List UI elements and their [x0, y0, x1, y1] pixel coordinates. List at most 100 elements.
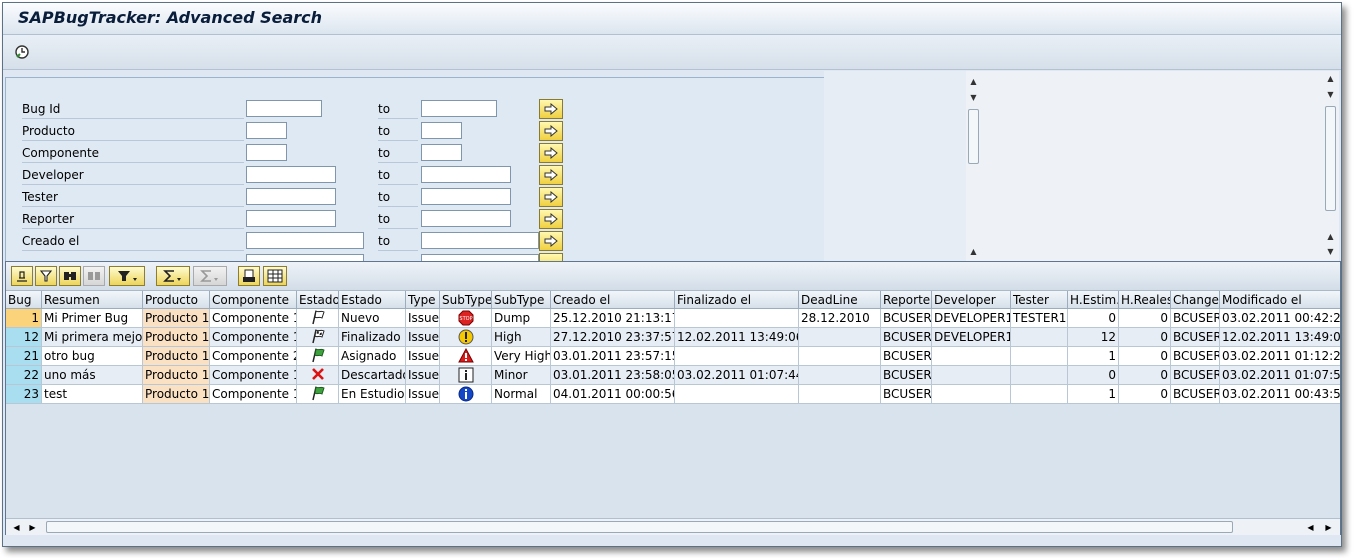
cell-type[interactable]: Issue: [406, 366, 440, 385]
col-header-subtype[interactable]: SubType: [492, 291, 551, 309]
cell-creado-el[interactable]: 03.01.2011 23:57:15: [551, 347, 675, 366]
cell-subtype[interactable]: Dump: [492, 309, 551, 328]
cell-h-estim[interactable]: 0: [1068, 309, 1119, 328]
cell-bug[interactable]: 23: [6, 385, 42, 404]
cell-h-estim[interactable]: 1: [1068, 385, 1119, 404]
developer-from-input[interactable]: [246, 166, 336, 183]
cell-producto[interactable]: Producto 1: [143, 347, 210, 366]
col-header-type[interactable]: Type: [406, 291, 440, 309]
cell-finalizado-el[interactable]: [675, 309, 799, 328]
col-header-creado-el[interactable]: Creado el: [551, 291, 675, 309]
cell-tester[interactable]: [1011, 385, 1068, 404]
reporter-to-input[interactable]: [421, 210, 511, 227]
cell-bug[interactable]: 22: [6, 366, 42, 385]
scroll-thumb[interactable]: [968, 109, 979, 164]
cell-resumen[interactable]: uno más: [42, 366, 143, 385]
cell-finalizado-el[interactable]: [675, 385, 799, 404]
col-header-estado-icon[interactable]: Estado: [297, 291, 339, 309]
cell-type[interactable]: Issue: [406, 347, 440, 366]
col-header-componente[interactable]: Componente: [210, 291, 297, 309]
scroll-right-icon[interactable]: ▶: [25, 519, 40, 535]
screen-vertical-scrollbar[interactable]: ▲ ▼ ▲ ▼: [1323, 71, 1339, 261]
cell-subtype-icon[interactable]: [440, 328, 492, 347]
reporter-multiple-selection-button[interactable]: [539, 209, 563, 229]
bug-id-to-input[interactable]: [421, 100, 497, 117]
scroll-left-icon[interactable]: ◀: [1303, 519, 1318, 535]
table-row[interactable]: 1 Mi Primer Bug Producto 1 Componente 1 …: [6, 309, 1340, 328]
cell-modificado-el[interactable]: 03.02.2011 00:42:26: [1220, 309, 1340, 328]
grid-horizontal-scrollbar[interactable]: ◀ ▶ ◀ ▶: [6, 518, 1340, 535]
col-header-developer[interactable]: Developer: [932, 291, 1011, 309]
cell-subtype-icon[interactable]: [440, 385, 492, 404]
col-header-tester[interactable]: Tester: [1011, 291, 1068, 309]
bug-id-from-input[interactable]: [246, 100, 322, 117]
col-header-resumen[interactable]: Resumen: [42, 291, 143, 309]
cell-subtype-icon[interactable]: [440, 347, 492, 366]
cell-type[interactable]: Issue: [406, 328, 440, 347]
col-header-reporter[interactable]: Reporter: [881, 291, 932, 309]
set-filter-button[interactable]: [109, 266, 145, 286]
cell-producto[interactable]: Producto 1: [143, 328, 210, 347]
cell-modificado-el[interactable]: 12.02.2011 13:49:09: [1220, 328, 1340, 347]
cell-type[interactable]: Issue: [406, 309, 440, 328]
table-row[interactable]: 12 Mi primera mejora Producto 1 Componen…: [6, 328, 1340, 347]
cell-resumen[interactable]: test: [42, 385, 143, 404]
developer-multiple-selection-button[interactable]: [539, 165, 563, 185]
cell-h-reales[interactable]: 0: [1119, 385, 1171, 404]
cell-h-estim[interactable]: 1: [1068, 347, 1119, 366]
reporter-from-input[interactable]: [246, 210, 336, 227]
cell-componente[interactable]: Componente 2: [210, 347, 297, 366]
cell-resumen[interactable]: Mi Primer Bug: [42, 309, 143, 328]
cell-estado-icon[interactable]: [297, 309, 339, 328]
cell-tester[interactable]: [1011, 328, 1068, 347]
cell-reporter[interactable]: BCUSER: [881, 309, 932, 328]
col-header-subtype-icon[interactable]: SubType: [440, 291, 492, 309]
cell-h-reales[interactable]: 0: [1119, 328, 1171, 347]
cell-subtype[interactable]: Normal: [492, 385, 551, 404]
col-header-h-estim[interactable]: H.Estim.: [1068, 291, 1119, 309]
cell-estado-icon[interactable]: [297, 328, 339, 347]
col-header-modificado-el[interactable]: Modificado el: [1220, 291, 1340, 309]
scroll-thumb[interactable]: [46, 521, 1233, 533]
cell-producto[interactable]: Producto 1: [143, 309, 210, 328]
cell-tester[interactable]: [1011, 347, 1068, 366]
cell-h-reales[interactable]: 0: [1119, 347, 1171, 366]
scroll-down-icon[interactable]: ▼: [1323, 87, 1338, 101]
cell-creado-el[interactable]: 25.12.2010 21:13:17: [551, 309, 675, 328]
scroll-thumb[interactable]: [1325, 106, 1336, 211]
componente-to-input[interactable]: [421, 144, 462, 161]
cell-componente[interactable]: Componente 1: [210, 366, 297, 385]
cell-deadline[interactable]: [799, 328, 881, 347]
scroll-down-icon[interactable]: ▼: [966, 90, 981, 104]
cell-type[interactable]: Issue: [406, 385, 440, 404]
scroll-right-icon[interactable]: ▶: [1321, 519, 1336, 535]
developer-to-input[interactable]: [421, 166, 511, 183]
cell-reporter[interactable]: BCUSER: [881, 366, 932, 385]
cell-developer[interactable]: [932, 366, 1011, 385]
cell-estado[interactable]: Asignado: [339, 347, 406, 366]
cell-h-reales[interactable]: 0: [1119, 366, 1171, 385]
sum-button[interactable]: [156, 266, 190, 286]
cell-reporter[interactable]: BCUSER: [881, 328, 932, 347]
table-row[interactable]: 21 otro bug Producto 1 Componente 2 Asig…: [6, 347, 1340, 366]
cell-resumen[interactable]: otro bug: [42, 347, 143, 366]
layout-button[interactable]: [263, 266, 287, 286]
cell-finalizado-el[interactable]: 03.02.2011 01:07:44: [675, 366, 799, 385]
cell-change[interactable]: BCUSER: [1171, 366, 1220, 385]
cell-componente[interactable]: Componente 1: [210, 328, 297, 347]
cell-subtype[interactable]: Minor: [492, 366, 551, 385]
cell-reporter[interactable]: BCUSER: [881, 347, 932, 366]
cell-resumen[interactable]: Mi primera mejora: [42, 328, 143, 347]
cell-estado-icon[interactable]: [297, 347, 339, 366]
tester-multiple-selection-button[interactable]: [539, 187, 563, 207]
cell-finalizado-el[interactable]: [675, 347, 799, 366]
cell-developer[interactable]: [932, 385, 1011, 404]
componente-multiple-selection-button[interactable]: [539, 143, 563, 163]
selection-vertical-scrollbar[interactable]: ▲ ▼ ▲: [966, 71, 981, 261]
cell-deadline[interactable]: [799, 385, 881, 404]
cell-developer[interactable]: DEVELOPER1: [932, 309, 1011, 328]
scroll-up-icon[interactable]: ▲: [1323, 229, 1338, 243]
cell-componente[interactable]: Componente 1: [210, 309, 297, 328]
cell-subtype-icon[interactable]: STOP: [440, 309, 492, 328]
print-button[interactable]: [238, 266, 260, 286]
